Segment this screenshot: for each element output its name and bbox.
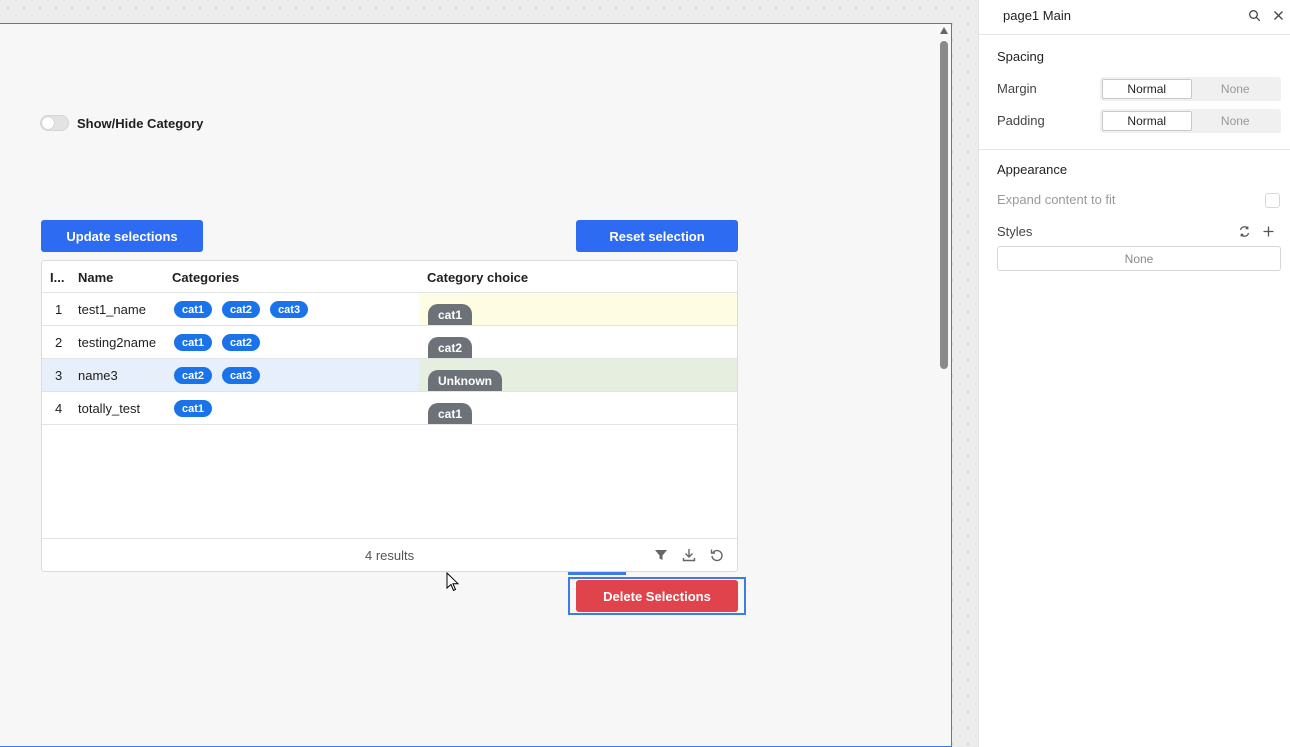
row-index: 3 [55,368,63,383]
category-pill: cat1 [174,400,213,417]
column-header-categories[interactable]: Categories [172,270,239,285]
appearance-section-title: Appearance [997,162,1068,177]
category-choice-cell[interactable]: cat1 [419,392,737,424]
category-pill: cat2 [174,367,213,384]
category-choice-cell[interactable]: Unknown [419,359,737,391]
add-style-icon[interactable] [1262,225,1275,238]
categories-cell: cat1 cat2 cat3 [174,301,309,318]
refresh-icon[interactable] [710,548,724,562]
category-choice-chip: Unknown [428,370,502,391]
table-footer: 4 results [42,538,737,571]
row-index: 2 [55,335,63,350]
row-name: test1_name [78,302,146,317]
category-choice-cell[interactable]: cat1 [419,293,737,325]
table-row[interactable]: 2 testing2name cat1 cat2 cat2 [42,326,737,359]
category-choice-chip: cat2 [428,337,473,358]
styles-label: Styles [997,224,1033,239]
data-table: I... Name Categories Category choice 1 t… [41,260,738,572]
categories-cell: cat1 cat2 [174,334,261,351]
column-header-index[interactable]: I... [50,270,64,285]
reset-selection-button[interactable]: Reset selection [576,220,738,252]
switch-knob [42,117,54,129]
styles-select[interactable]: None [997,246,1281,271]
expand-content-checkbox[interactable] [1265,193,1280,208]
category-choice-cell[interactable]: cat2 [419,326,737,358]
row-index: 1 [55,302,63,317]
row-name: name3 [78,368,118,383]
category-choice-chip: cat1 [428,304,473,325]
divider [979,149,1290,150]
category-pill: cat2 [222,301,261,318]
scroll-thumb[interactable] [940,41,948,369]
vertical-scrollbar[interactable] [937,24,951,746]
categories-cell: cat1 [174,400,213,417]
row-name: totally_test [78,401,141,416]
show-hide-category-switch[interactable] [40,115,69,131]
results-count: 4 results [365,548,415,563]
close-icon[interactable] [1272,9,1285,22]
margin-normal-option[interactable]: Normal [1102,79,1192,99]
category-choice-chip: cat1 [428,403,473,424]
category-pill: cat3 [222,367,261,384]
margin-segmented-control: Normal None [1100,77,1281,101]
margin-none-option[interactable]: None [1192,79,1280,99]
spacing-section-title: Spacing [997,49,1044,64]
padding-segmented-control: Normal None [1100,109,1281,133]
update-selections-button[interactable]: Update selections [41,220,203,252]
categories-cell: cat2 cat3 [174,367,261,384]
table-row[interactable]: 3 name3 cat2 cat3 Unknown [42,359,737,392]
table-row[interactable]: 1 test1_name cat1 cat2 cat3 cat1 [42,293,737,326]
row-index: 4 [55,401,63,416]
category-pill: cat2 [222,334,261,351]
mouse-cursor-icon [446,572,460,592]
download-icon[interactable] [682,548,696,562]
refresh-styles-icon[interactable] [1238,225,1251,238]
column-header-name[interactable]: Name [78,270,113,285]
delete-selections-button[interactable]: Delete Selections [576,580,738,612]
table-header: I... Name Categories Category choice [42,261,737,293]
panel-title: page1 Main [1003,8,1071,23]
category-pill: cat1 [174,334,213,351]
padding-label: Padding [997,113,1045,128]
table-row[interactable]: 4 totally_test cat1 cat1 [42,392,737,425]
divider [979,34,1290,35]
row-name: testing2name [78,335,157,350]
margin-label: Margin [997,81,1037,96]
filter-icon[interactable] [654,548,668,562]
category-pill: cat3 [270,301,309,318]
properties-panel: page1 Main Spacing Margin Normal None Pa… [978,0,1290,747]
search-icon[interactable] [1248,9,1261,22]
show-hide-category-toggle-row[interactable]: Show/Hide Category [40,115,203,131]
column-header-category-choice[interactable]: Category choice [427,270,528,285]
selection-handle-tab[interactable] [568,572,626,575]
category-pill: cat1 [174,301,213,318]
expand-content-label: Expand content to fit [997,192,1116,207]
padding-none-option[interactable]: None [1192,111,1280,131]
padding-normal-option[interactable]: Normal [1102,111,1192,131]
scroll-up-arrow-icon[interactable] [940,27,948,34]
toggle-label: Show/Hide Category [77,115,204,131]
